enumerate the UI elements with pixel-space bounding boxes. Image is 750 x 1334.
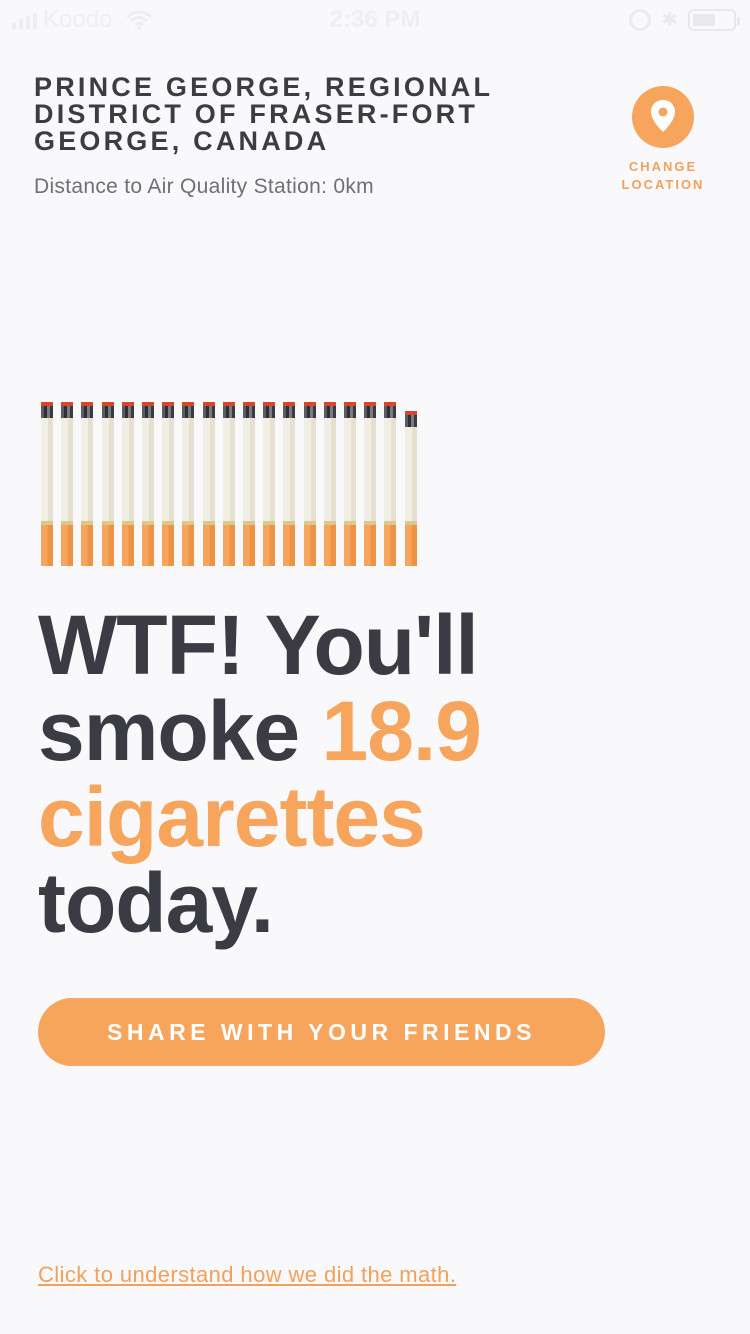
cigarette [304, 402, 316, 566]
headline-unit: cigarettes [38, 770, 426, 864]
location-title: PRINCE GEORGE, REGIONAL DISTRICT OF FRAS… [34, 72, 493, 156]
math-explanation-link[interactable]: Click to understand how we did the math. [38, 1262, 456, 1288]
cigarette [41, 402, 53, 566]
bluetooth-icon: ✱ [661, 9, 678, 31]
cigarette [182, 402, 194, 566]
cigarette [223, 402, 235, 566]
cigarette [122, 402, 134, 566]
change-location-label: CHANGE LOCATION [621, 159, 705, 192]
change-location-button[interactable]: CHANGE LOCATION [612, 86, 714, 194]
app-screen: Koodo 2:36 PM ✱ PRINCE GEORGE, REGIONAL … [0, 0, 750, 1334]
headline: WTF! You'll smoke 18.9 cigarettes today. [38, 602, 658, 946]
cigarette-partial [405, 411, 417, 566]
cigarette [102, 402, 114, 566]
cigarette [283, 402, 295, 566]
share-button[interactable]: SHARE WITH YOUR FRIENDS [38, 998, 605, 1066]
cigarette [203, 402, 215, 566]
cigarette [81, 402, 93, 566]
cigarette [364, 402, 376, 566]
status-right: ✱ [629, 7, 740, 32]
location-pin-icon [632, 86, 694, 148]
cigarette [263, 402, 275, 566]
cigarette [384, 402, 396, 566]
cigarette [61, 402, 73, 566]
status-bar: Koodo 2:36 PM ✱ [0, 0, 750, 40]
cigarette [344, 402, 356, 566]
rotation-lock-icon [629, 8, 652, 31]
cigarette [142, 402, 154, 566]
cigarette [324, 402, 336, 566]
station-distance: Distance to Air Quality Station: 0km [34, 175, 374, 198]
headline-suffix: today. [38, 856, 274, 950]
cigarette [243, 402, 255, 566]
battery-icon [688, 8, 740, 31]
cigarette [162, 402, 174, 566]
cigarette-count: 18.9 [321, 684, 482, 778]
